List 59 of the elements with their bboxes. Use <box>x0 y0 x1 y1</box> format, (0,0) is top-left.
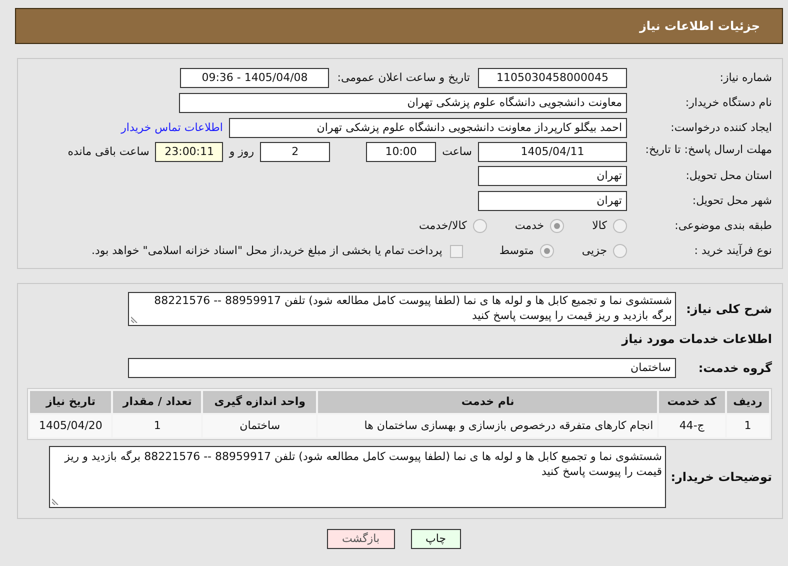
description-box[interactable]: شستشوی نما و تجمیع کابل ها و لوله ها ی نما (لطفا پیوست کامل مطالعه شود) تلفن 88959917 -- 88221576 برگه بازدید و ریز قیمت را پیوست پاسخ کنید <box>128 292 676 326</box>
radio-label: خدمت <box>514 218 544 234</box>
column-header: کد خدمت <box>659 391 725 413</box>
text-field[interactable]: احمد بیگلو کارپرداز معاونت دانشجویی دانشگاه علوم پزشکی تهران <box>229 118 627 138</box>
column-header: تعداد / مقدار <box>113 391 202 413</box>
field-label: نوع فرآیند خرید : <box>693 242 772 259</box>
text-field[interactable]: ساختمان <box>128 358 676 378</box>
text-field[interactable]: تهران <box>478 191 627 211</box>
checkbox[interactable] <box>450 244 464 258</box>
text-field[interactable]: 23:00:11 <box>155 142 224 162</box>
radio-label: کالا <box>592 218 607 234</box>
field-label: طبقه بندی موضوعی: <box>674 218 772 234</box>
field-label: مهلت ارسال پاسخ: تا تاریخ: <box>644 142 772 157</box>
field-label: شرح کلی نیاز: <box>685 301 772 318</box>
text-field[interactable]: تهران <box>478 166 627 186</box>
contact-link[interactable]: اطلاعات تماس خریدار <box>121 120 223 136</box>
field-label: گروه خدمت: <box>697 360 772 377</box>
field-label: نام دستگاه خریدار: <box>684 94 772 111</box>
table-cell: 1405/04/20 <box>30 415 112 437</box>
column-header: ردیف <box>726 391 769 413</box>
page-title: جزئیات اطلاعات نیاز <box>639 18 760 35</box>
column-header: تاریخ نیاز <box>30 391 112 413</box>
table-cell: ج-44 <box>659 415 725 437</box>
radio-label: کالا/خدمت <box>419 218 467 234</box>
field-label: تاریخ و ساعت اعلان عمومی: <box>337 70 470 86</box>
remaining-label: ساعت باقی مانده <box>68 144 150 160</box>
radio-button[interactable] <box>613 244 627 258</box>
text-field[interactable]: 10:00 <box>366 142 436 162</box>
time-label: ساعت <box>442 144 472 160</box>
column-header: نام خدمت <box>318 391 658 413</box>
text-field[interactable]: معاونت دانشجویی دانشگاه علوم پزشکی تهران <box>179 93 627 113</box>
notes-box[interactable]: شستشوی نما و تجمیع کابل ها و لوله ها ی نما (لطفا پیوست کامل مطالعه شود) تلفن 88959917 -- 88221576 برگه بازدید و ریز قیمت را پیوست پاسخ کنید <box>49 446 666 508</box>
days-label: روز و <box>229 144 254 160</box>
resize-grip-icon <box>131 315 139 323</box>
table-cell: ساختمان <box>203 415 316 437</box>
text-field[interactable]: 2 <box>260 142 330 162</box>
field-label: توضیحات خریدار: <box>670 469 772 486</box>
table-cell: 1 <box>113 415 202 437</box>
field-label: ایجاد کننده درخواست: <box>670 120 772 136</box>
radio-button[interactable] <box>613 219 627 233</box>
radio-button[interactable] <box>550 219 564 233</box>
column-header: واحد اندازه گیری <box>203 391 316 413</box>
field-label: شماره نیاز: <box>718 70 772 86</box>
text-field[interactable]: 1105030458000045 <box>478 68 627 88</box>
print-button[interactable]: چاپ <box>410 529 462 549</box>
resize-grip-icon <box>52 497 60 505</box>
radio-label: متوسط <box>499 242 534 259</box>
radio-button[interactable] <box>540 244 554 258</box>
text-field[interactable]: 1405/04/11 <box>478 142 627 162</box>
text-field[interactable]: 1405/04/08 - 09:36 <box>180 68 330 88</box>
radio-label: جزیی <box>582 242 607 259</box>
back-button[interactable]: بازگشت <box>326 529 395 549</box>
radio-button[interactable] <box>472 219 487 233</box>
section-heading: اطلاعات خدمات مورد نیاز <box>620 331 772 348</box>
checkbox-label: پرداخت تمام یا بخشی از مبلغ خرید،از محل "اسناد خزانه اسلامی" خواهد بود. <box>92 242 442 259</box>
table-cell: انجام کارهای متفرقه درخصوص بازسازی و بهسازی ساختمان ها <box>318 415 658 437</box>
field-label: شهر محل تحویل: <box>691 192 772 209</box>
table-cell: 1 <box>726 415 769 437</box>
field-label: استان محل تحویل: <box>684 168 772 184</box>
